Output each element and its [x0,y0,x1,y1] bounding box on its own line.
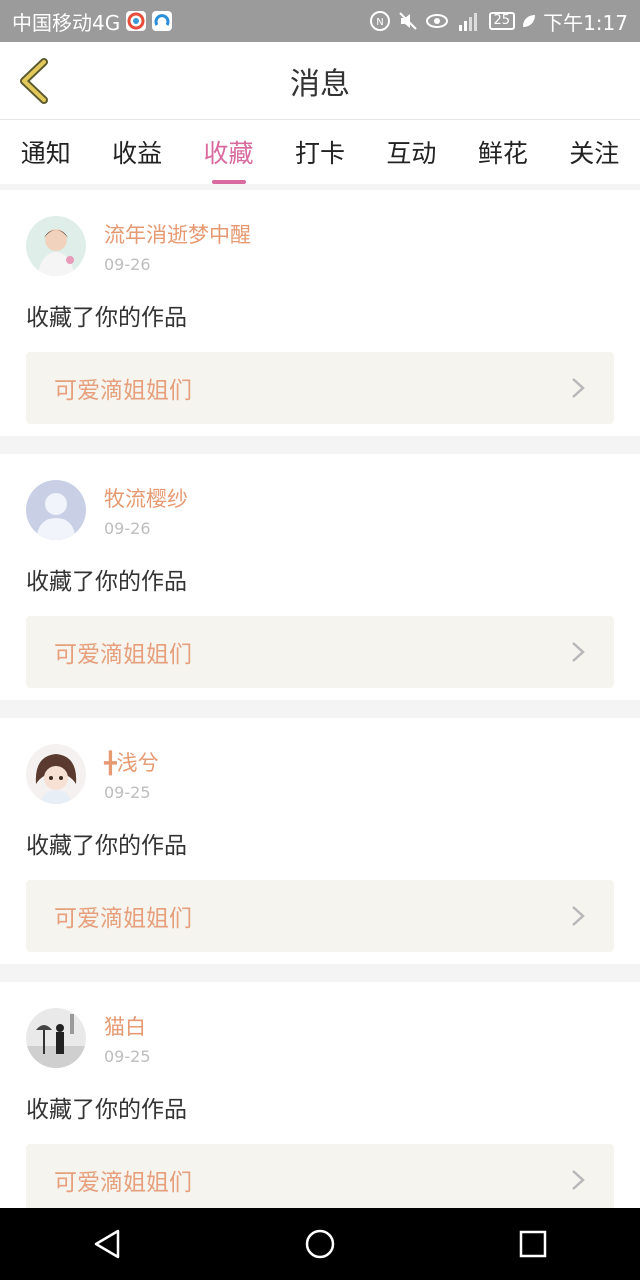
square-recents-icon [520,1230,547,1258]
svg-text:N: N [376,17,383,28]
action-text: 收藏了你的作品 [26,1097,187,1123]
tab-checkin[interactable]: 打卡 [293,134,347,170]
tab-earnings[interactable]: 收益 [110,134,164,170]
list-item: 猫白 09-25 收藏了你的作品 可爱滴姐姐们 [0,982,640,1228]
system-nav-bar [0,1208,640,1280]
username[interactable]: ╋浅兮 [104,747,159,777]
avatar[interactable] [26,744,86,804]
work-title: 可爱滴姐姐们 [54,642,192,668]
item-date: 09-26 [104,518,151,538]
chevron-right-icon [572,1170,585,1190]
work-link[interactable]: 可爱滴姐姐们 [26,352,614,424]
avatar[interactable] [26,480,86,540]
work-link[interactable]: 可爱滴姐姐们 [26,616,614,688]
username[interactable]: 流年消逝梦中醒 [104,219,251,249]
list-item: 流年消逝梦中醒 09-26 收藏了你的作品 可爱滴姐姐们 [0,190,640,436]
action-text: 收藏了你的作品 [26,569,187,595]
mute-icon [397,10,419,32]
signal-icon [455,11,483,31]
work-title: 可爱滴姐姐们 [54,1170,192,1196]
username[interactable]: 牧流樱纱 [104,483,188,513]
work-title: 可爱滴姐姐们 [54,906,192,932]
nav-recents-button[interactable] [513,1224,553,1264]
tab-bar: 通知 收益 收藏 打卡 互动 鲜花 关注 [0,120,640,184]
triangle-back-icon [94,1229,119,1259]
tab-interaction[interactable]: 互动 [384,134,438,170]
chevron-right-icon [572,906,585,926]
status-time: 下午1:17 [543,10,628,35]
work-link[interactable]: 可爱滴姐姐们 [26,880,614,952]
tab-follow[interactable]: 关注 [567,134,621,170]
avatar[interactable] [26,1008,86,1068]
avatar[interactable] [26,216,86,276]
app-header: 消息 [0,42,640,120]
tab-notify[interactable]: 通知 [19,134,73,170]
page-title: 消息 [290,66,350,102]
list-item: ╋浅兮 09-25 收藏了你的作品 可爱滴姐姐们 [0,718,640,964]
tab-flowers[interactable]: 鲜花 [476,134,530,170]
item-date: 09-26 [104,254,151,274]
carrier-text: 中国移动4G [12,10,121,35]
work-link[interactable]: 可爱滴姐姐们 [26,1144,614,1216]
chevron-right-icon [572,642,585,662]
tab-favorites[interactable]: 收藏 [202,134,256,170]
back-button[interactable] [14,56,54,106]
eye-icon [425,11,449,31]
battery-icon: 25 [488,12,516,30]
nav-home-button[interactable] [300,1224,340,1264]
favorites-list: 流年消逝梦中醒 09-26 收藏了你的作品 可爱滴姐姐们 牧流樱纱 09-26 [0,190,640,1246]
leaf-icon [521,13,537,29]
item-date: 09-25 [104,782,151,802]
list-item: 牧流樱纱 09-26 收藏了你的作品 可爱滴姐姐们 [0,454,640,700]
action-text: 收藏了你的作品 [26,305,187,331]
username[interactable]: 猫白 [104,1011,151,1041]
nav-back-button[interactable] [87,1224,127,1264]
work-title: 可爱滴姐姐们 [54,378,192,404]
nfc-icon: N [369,10,391,32]
app-icon-2 [152,11,173,31]
circle-home-icon [305,1229,335,1259]
action-text: 收藏了你的作品 [26,833,187,859]
chevron-right-icon [572,378,585,398]
status-bar: 中国移动4G N 25 下午1:17 [0,0,640,42]
app-icon-1 [126,11,147,31]
back-chevron-icon [20,58,48,104]
item-date: 09-25 [104,1046,151,1066]
